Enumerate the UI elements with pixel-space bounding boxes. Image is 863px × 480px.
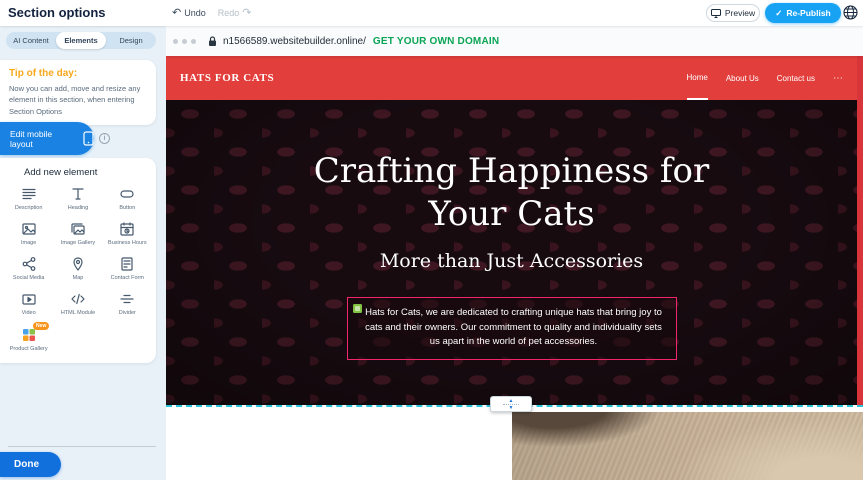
arrow-down-icon: ▼ [509,406,514,410]
hero-body-text: Hats for Cats, we are dedicated to craft… [364,306,664,350]
hero-subheading[interactable]: More than Just Accessories [380,250,643,272]
nav-contact-us[interactable]: Contact us [777,56,815,100]
history-controls: ↶ Undo Redo ↷ [172,0,251,26]
sidebar-divider [8,446,156,447]
redo-label: Redo [218,8,240,18]
globe-icon [843,5,858,20]
undo-label: Undo [184,8,206,18]
divider-icon [119,291,135,307]
editor-canvas: n1566589.websitebuilder.online/ GET YOUR… [166,26,863,480]
add-element-panel: Add new element Description Heading Butt… [0,158,156,363]
sidebar: AI Content Elements Design Tip of the da… [0,26,166,480]
element-heading[interactable]: Heading [53,186,102,212]
site-nav: Home About Us Contact us ⋯ [687,56,844,100]
element-video[interactable]: Video [4,291,53,317]
tip-title: Tip of the day: [9,68,146,79]
get-domain-link[interactable]: GET YOUR OWN DOMAIN [373,36,499,47]
edit-mobile-label: Edit mobile layout [10,129,77,149]
nav-about-us[interactable]: About Us [726,56,759,100]
element-divider[interactable]: Divider [103,291,152,317]
top-bar: Section options ↶ Undo Redo ↷ Preview ✓ … [0,0,863,26]
undo-button[interactable]: ↶ Undo [172,8,206,19]
lock-icon [208,36,217,47]
language-globe-button[interactable] [843,5,858,20]
window-dot [173,39,178,44]
done-button[interactable]: Done [0,452,61,477]
site-preview: HATS FOR CATS Home About Us Contact us ⋯… [166,56,857,405]
element-business-hours[interactable]: Business Hours [103,221,152,247]
site-url: n1566589.websitebuilder.online/ [223,36,366,47]
site-logo[interactable]: HATS FOR CATS [180,72,274,84]
element-map[interactable]: Map [53,256,102,282]
republish-label: Re-Publish [786,8,830,18]
tab-ai-content[interactable]: AI Content [6,32,56,49]
tab-elements[interactable]: Elements [56,32,106,49]
element-image-gallery[interactable]: Image Gallery [53,221,102,247]
element-drag-handle-icon[interactable] [353,304,362,313]
next-section-image[interactable] [512,412,863,480]
page-title: Section options [8,5,106,20]
monitor-icon [711,9,721,18]
element-social-media[interactable]: Social Media [4,256,53,282]
info-icon[interactable]: i [99,133,110,144]
tip-card: Tip of the day: Now you can add, move an… [0,60,156,125]
redo-button[interactable]: Redo ↷ [218,8,252,19]
section-resize-handle[interactable]: ▲ ▼ [490,396,532,412]
contact-form-icon [119,256,135,272]
tip-body: Now you can add, move and resize any ele… [9,83,146,117]
social-media-icon [21,256,37,272]
app-window: Section options ↶ Undo Redo ↷ Preview ✓ … [0,0,863,480]
browser-bar: n1566589.websitebuilder.online/ GET YOUR… [166,26,863,56]
element-product-gallery[interactable]: New Product Gallery [4,327,53,353]
site-overflow-strip [857,56,863,405]
tab-design[interactable]: Design [106,32,156,49]
video-icon [21,291,37,307]
element-contact-form[interactable]: Contact Form [103,256,152,282]
element-description[interactable]: Description [4,186,53,212]
description-icon [21,186,37,202]
image-icon [21,221,37,237]
site-header: HATS FOR CATS Home About Us Contact us ⋯ [166,56,857,100]
redo-icon: ↷ [242,8,251,19]
heading-icon [70,186,86,202]
window-dot [182,39,187,44]
republish-button[interactable]: ✓ Re-Publish [765,3,841,23]
preview-button[interactable]: Preview [706,4,760,22]
html-module-icon [70,291,86,307]
add-element-title: Add new element [4,167,152,178]
element-image[interactable]: Image [4,221,53,247]
window-dot [191,39,196,44]
hero-heading[interactable]: Crafting Happiness for Your Cats [297,150,727,236]
nav-home[interactable]: Home [687,56,708,100]
hero-section: Crafting Happiness for Your Cats More th… [166,100,857,405]
check-icon: ✓ [775,8,782,19]
arrow-up-icon: ▲ [509,399,514,403]
element-grid: Description Heading Button Image Image G… [4,186,152,353]
hero-text-element[interactable]: Hats for Cats, we are dedicated to craft… [347,297,677,360]
undo-icon: ↶ [172,8,181,19]
business-hours-icon [119,221,135,237]
edit-mobile-layout-button[interactable]: Edit mobile layout [0,122,94,155]
element-button[interactable]: Button [103,186,152,212]
map-icon [70,256,86,272]
new-badge: New [33,322,49,330]
preview-label: Preview [725,8,755,18]
button-icon [119,186,135,202]
nav-more-icon[interactable]: ⋯ [833,56,843,100]
image-gallery-icon [70,221,86,237]
sidebar-tabs: AI Content Elements Design [6,32,156,49]
element-html-module[interactable]: HTML Module [53,291,102,317]
phone-icon [83,131,94,146]
